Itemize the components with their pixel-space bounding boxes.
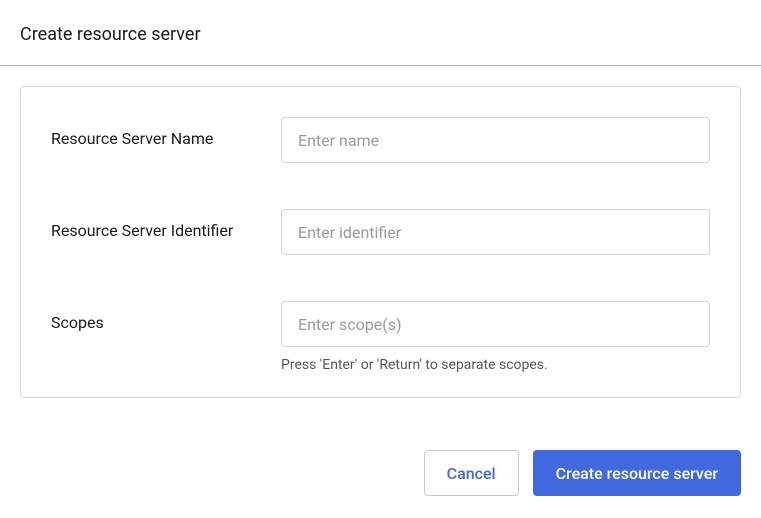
form-row-scopes: Scopes Press 'Enter' or 'Return' to sepa… [51,301,710,373]
form-row-identifier: Resource Server Identifier [51,209,710,255]
label-scopes: Scopes [51,301,281,335]
content-wrapper: Resource Server Name Resource Server Ide… [0,66,761,418]
dialog-header: Create resource server [0,0,761,65]
create-resource-server-button[interactable]: Create resource server [533,450,741,496]
label-resource-server-name: Resource Server Name [51,117,281,151]
form-row-name: Resource Server Name [51,117,710,163]
field-scopes: Press 'Enter' or 'Return' to separate sc… [281,301,710,373]
cancel-button[interactable]: Cancel [424,450,519,496]
field-resource-server-name [281,117,710,163]
input-resource-server-identifier[interactable] [281,209,710,255]
input-scopes[interactable] [281,301,710,347]
dialog-title: Create resource server [20,24,741,45]
field-resource-server-identifier [281,209,710,255]
button-bar: Cancel Create resource server [0,450,761,496]
form-panel: Resource Server Name Resource Server Ide… [20,86,741,398]
hint-scopes: Press 'Enter' or 'Return' to separate sc… [281,357,710,373]
label-resource-server-identifier: Resource Server Identifier [51,209,281,243]
input-resource-server-name[interactable] [281,117,710,163]
